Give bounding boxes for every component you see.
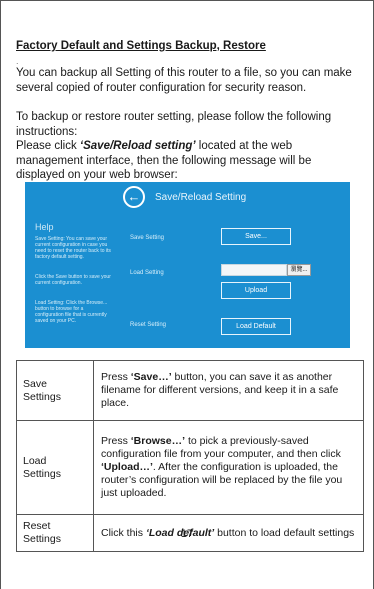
save-setting-label: Save Setting bbox=[130, 235, 165, 241]
manual-page: Factory Default and Settings Backup, Res… bbox=[0, 0, 374, 589]
page-number: 17 bbox=[180, 528, 194, 540]
row-name: Save Settings bbox=[16, 360, 94, 421]
instructions-line-2-pre: Please click bbox=[16, 140, 80, 152]
config-file-input[interactable] bbox=[221, 264, 287, 276]
bullet-dot: . bbox=[16, 56, 19, 66]
screenshot-title: Save/Reload Setting bbox=[155, 192, 247, 203]
desc-bold: ‘Upload…’ bbox=[101, 461, 153, 473]
load-default-button[interactable]: Load Default bbox=[221, 318, 291, 335]
table-row: Load Settings Press ‘Browse…’ to pick a … bbox=[16, 420, 364, 515]
settings-table: Save Settings Press ‘Save…’ button, you … bbox=[16, 360, 364, 552]
save-button[interactable]: Save... bbox=[221, 228, 291, 245]
section-heading: Factory Default and Settings Backup, Res… bbox=[16, 40, 266, 52]
help-title: Help bbox=[35, 222, 54, 232]
screenshot-header: ← Save/Reload Setting bbox=[25, 182, 350, 212]
help-panel: Help Save Setting: You can save your cur… bbox=[25, 214, 115, 348]
help-text-save: Save Setting: You can save your current … bbox=[35, 236, 111, 260]
back-arrow-icon[interactable]: ← bbox=[123, 186, 145, 208]
help-text-click-save: Click the Save button to save your curre… bbox=[35, 274, 111, 286]
upload-button[interactable]: Upload bbox=[221, 282, 291, 299]
desc-bold: ‘Browse…’ bbox=[130, 435, 186, 447]
row-description: Press ‘Browse…’ to pick a previously-sav… bbox=[93, 420, 364, 515]
instructions-paragraph: To backup or restore router setting, ple… bbox=[16, 110, 362, 183]
load-setting-label: Load Setting bbox=[130, 270, 164, 276]
instructions-line-1: To backup or restore router setting, ple… bbox=[16, 111, 332, 138]
intro-paragraph: You can backup all Setting of this route… bbox=[16, 67, 352, 94]
save-reload-screenshot: ← Save/Reload Setting Help Save Setting:… bbox=[25, 182, 350, 348]
desc-text: Press bbox=[101, 435, 131, 447]
row-name: Load Settings bbox=[16, 420, 94, 515]
table-row: Save Settings Press ‘Save…’ button, you … bbox=[16, 360, 364, 421]
browse-button[interactable]: 瀏覽... bbox=[287, 264, 311, 276]
help-text-load: Load Setting: Click the Browse... button… bbox=[35, 300, 108, 324]
reset-setting-label: Reset Setting bbox=[130, 322, 167, 328]
save-reload-setting-emphasis: ‘Save/Reload setting’ bbox=[79, 140, 196, 152]
desc-bold: ‘Save…’ bbox=[130, 371, 172, 383]
row-description: Press ‘Save…’ button, you can save it as… bbox=[93, 360, 364, 421]
desc-text: Press bbox=[101, 371, 131, 383]
